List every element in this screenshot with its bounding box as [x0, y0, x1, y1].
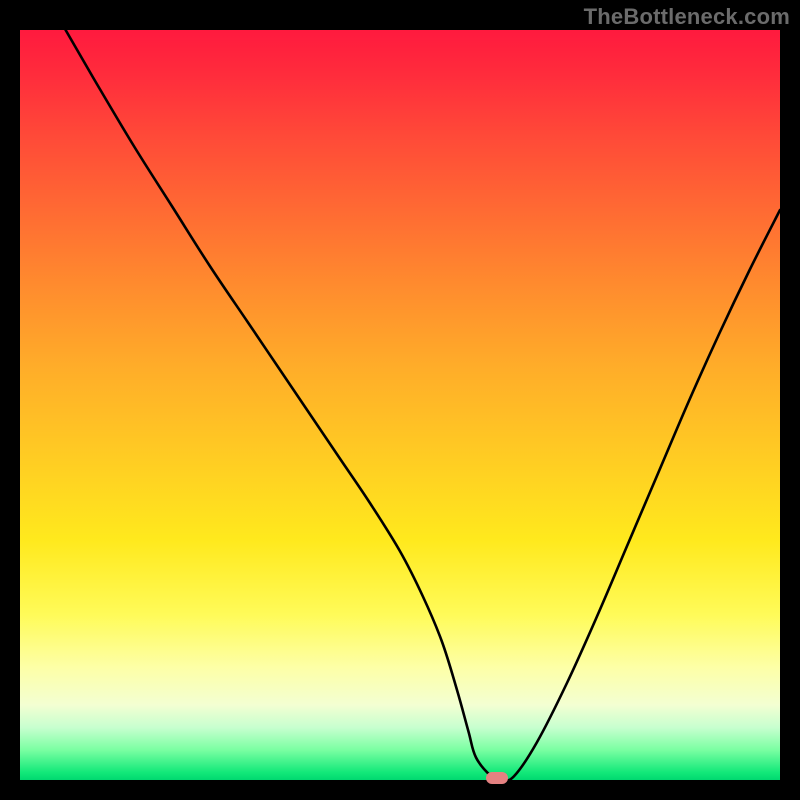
bottleneck-curve [66, 30, 780, 781]
chart-frame: TheBottleneck.com [0, 0, 800, 800]
optimal-point-marker [486, 772, 508, 784]
chart-area [20, 30, 780, 780]
watermark-text: TheBottleneck.com [584, 4, 790, 30]
chart-curve-svg [20, 30, 780, 780]
